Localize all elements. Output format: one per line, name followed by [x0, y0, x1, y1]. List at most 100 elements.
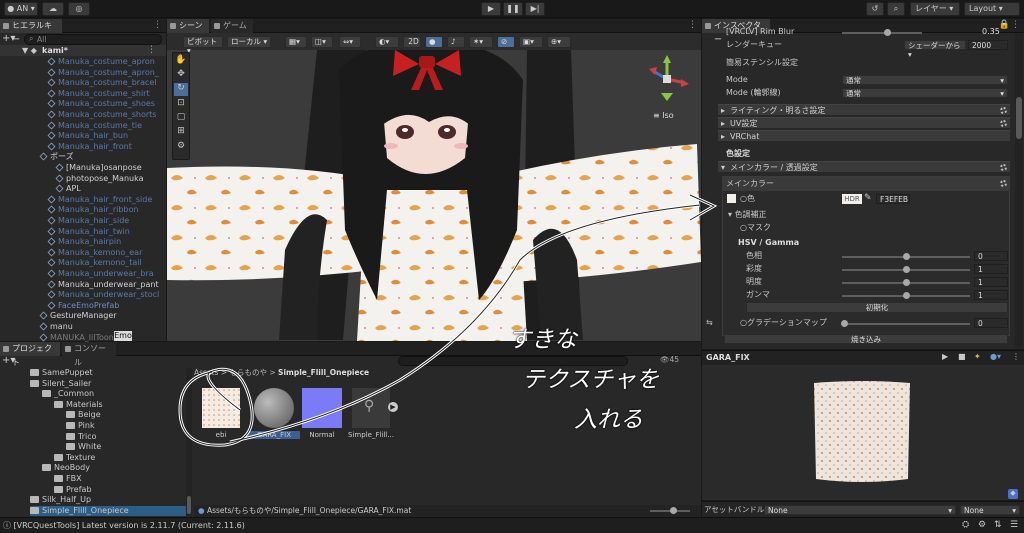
rim-blur-value[interactable]: 0.35 [982, 26, 1000, 38]
status-message[interactable]: ⓘ [VRCQuestTools] Latest version is 2.11… [3, 518, 245, 533]
lighting-section[interactable]: ▸ ライティング・明るさ設定 [718, 104, 1010, 115]
gear-icon[interactable] [1000, 180, 1007, 187]
add-object-button[interactable]: +▾ [2, 34, 18, 45]
grid-snap-button[interactable]: ▦▾ [285, 36, 307, 48]
tab-game[interactable]: ゲーム [211, 19, 253, 33]
tab-console[interactable]: コンソール [62, 342, 116, 367]
hierarchy-item[interactable]: Manuka_hair_ribbon [47, 205, 138, 216]
color-swatch[interactable]: HDR [842, 194, 862, 204]
breadcrumb-root[interactable]: Assets [194, 368, 218, 377]
gamma-field[interactable]: 1 [974, 290, 1008, 300]
hierarchy-item[interactable]: Manuka_costume_apron_ [47, 68, 159, 79]
scene-row[interactable]: ▼ ◆ kami* ⋮ [0, 45, 166, 56]
color-correction-row[interactable]: ▾ 色調補正 [728, 209, 767, 221]
gradient-map-knob[interactable] [841, 320, 848, 327]
project-folder-item[interactable]: White [66, 442, 101, 453]
vrchat-section[interactable]: ▸ VRChat [718, 130, 1010, 141]
hierarchy-item[interactable]: Manuka_costume_shoes [47, 99, 155, 110]
pivot-dropdown[interactable]: ピボット ▾ [183, 36, 223, 55]
hierarchy-item[interactable]: Manuka_underwear_stocl [47, 290, 159, 301]
progress-icon[interactable]: ⚙ [978, 520, 986, 530]
hierarchy-item[interactable]: GestureManager [39, 311, 117, 322]
project-folder-item[interactable]: Prefab [54, 485, 92, 496]
asset-gara-fix-thumb[interactable] [254, 388, 294, 428]
material-preview[interactable] [812, 379, 912, 485]
create-asset-button[interactable]: +▾ [2, 356, 18, 367]
project-folder-item[interactable]: Materials [54, 400, 103, 411]
main-texture-thumb[interactable] [727, 194, 736, 203]
asset-ebi-thumb[interactable] [202, 388, 240, 428]
search-button[interactable]: ⌕ [887, 2, 905, 16]
asset-label-icon[interactable]: ◆ [1008, 489, 1018, 499]
light-preview-icon[interactable]: ✦ [974, 352, 981, 361]
inspector-scroll-thumb[interactable] [1016, 97, 1022, 139]
sphere-preview-icon[interactable]: ●▾ [990, 352, 1001, 361]
orientation-gizmo[interactable] [645, 53, 689, 117]
gamma-knob[interactable] [903, 292, 910, 299]
gradient-map-field[interactable]: 0 [974, 318, 1008, 328]
gear-icon[interactable] [1000, 120, 1007, 127]
hierarchy-item[interactable]: Manuka_costume_apron [47, 57, 155, 68]
hierarchy-item[interactable]: Manuka_underwear_pant [47, 280, 159, 291]
rim-blur-slider[interactable] [842, 32, 922, 34]
draw-mode-button[interactable]: ◐▾ [375, 36, 399, 48]
hierarchy-item[interactable]: Manuka_hair_twin [47, 227, 130, 238]
project-folder-item[interactable]: _Common [42, 389, 94, 400]
brightness-field[interactable]: 1 [974, 277, 1008, 287]
lighting-toggle[interactable]: ● [425, 36, 443, 48]
audio-toggle[interactable]: ♪ [447, 36, 465, 48]
hex-field[interactable]: F3EFEB [876, 194, 910, 204]
tree-scrollbar[interactable] [186, 368, 192, 516]
mode-2d-button[interactable]: 2D [403, 36, 421, 48]
rim-blur-knob[interactable] [884, 29, 891, 36]
projection-label[interactable]: ≡ Iso [653, 111, 674, 120]
saturation-field[interactable]: 1 [974, 264, 1008, 274]
hierarchy-item[interactable]: ポーズ [39, 152, 74, 163]
hierarchy-item[interactable]: Manuka_costume_tie [47, 121, 142, 132]
project-folder-item[interactable]: SamePuppet [30, 368, 93, 379]
avatar-viewport[interactable] [167, 50, 701, 341]
breadcrumb-mid[interactable]: もらものや [229, 368, 267, 377]
hierarchy-item[interactable]: Manuka_hair_bun [47, 131, 128, 142]
thumbnail-size-knob[interactable] [670, 507, 677, 514]
debug-icon[interactable]: ☰ [1010, 520, 1018, 530]
hierarchy-item[interactable]: Manuka_hairpin [47, 237, 121, 248]
hierarchy-item[interactable]: Manuka_underwear_bra [47, 269, 154, 280]
asset-bundle-dropdown[interactable]: None ▾ [764, 505, 956, 515]
play-preview-icon[interactable]: ▶ [942, 352, 948, 361]
eyedropper-icon[interactable]: ✎ [864, 193, 872, 203]
network-icon[interactable]: ⇅ [994, 520, 1002, 530]
gear-icon[interactable] [1000, 107, 1007, 114]
hierarchy-item[interactable]: FaceEmoPrefab [47, 301, 119, 312]
stop-preview-icon[interactable]: ■ [958, 352, 966, 361]
play-button[interactable]: ▶ [481, 2, 501, 16]
panel-menu-icon[interactable]: ⋮ [1011, 20, 1020, 30]
hierarchy-item[interactable]: Manuka_costume_bracel [47, 78, 157, 89]
project-folder-item[interactable]: Trico [66, 432, 97, 443]
cloud-button[interactable]: ☁ [42, 2, 64, 16]
reset-button[interactable]: 初期化 [746, 302, 1008, 313]
inspector-scrollbar[interactable] [1015, 33, 1023, 347]
camera-button[interactable]: ▣▾ [519, 36, 543, 48]
gizmos-button[interactable]: ⊕▾ [547, 36, 571, 48]
local-dropdown[interactable]: ローカル ▾ [227, 36, 271, 48]
render-queue-dropdown[interactable]: シェーダーから ▾ [904, 40, 966, 59]
project-folder-item[interactable]: Pink [66, 421, 95, 432]
layers-dropdown[interactable]: レイヤー ▾ [910, 2, 960, 16]
project-folder-item[interactable]: Beige [66, 410, 101, 421]
bake-status-icon[interactable]: ⛭ [962, 520, 969, 530]
layout-dropdown[interactable]: Layout ▾ [964, 2, 1020, 16]
hierarchy-item[interactable]: Manuka_hair_front [47, 142, 132, 153]
effects-button[interactable]: ✶▾ [469, 36, 493, 48]
gear-icon[interactable] [1000, 164, 1007, 171]
preview-menu-icon[interactable]: ⋮ [1012, 352, 1020, 361]
history-button[interactable]: ↺ [866, 2, 884, 16]
gradient-map-slider[interactable] [842, 323, 970, 325]
hierarchy-item[interactable]: photopose_Manuka [55, 174, 143, 185]
project-folder-item[interactable]: Simple_Flill_Onepiece [30, 505, 186, 517]
step-button[interactable]: ▶| [525, 2, 545, 16]
tab-scene[interactable]: シーン [167, 19, 209, 33]
asset-bundle-variant-dropdown[interactable]: None ▾ [960, 505, 1020, 515]
hue-knob[interactable] [903, 253, 910, 260]
pause-button[interactable]: ❚❚ [503, 2, 523, 16]
